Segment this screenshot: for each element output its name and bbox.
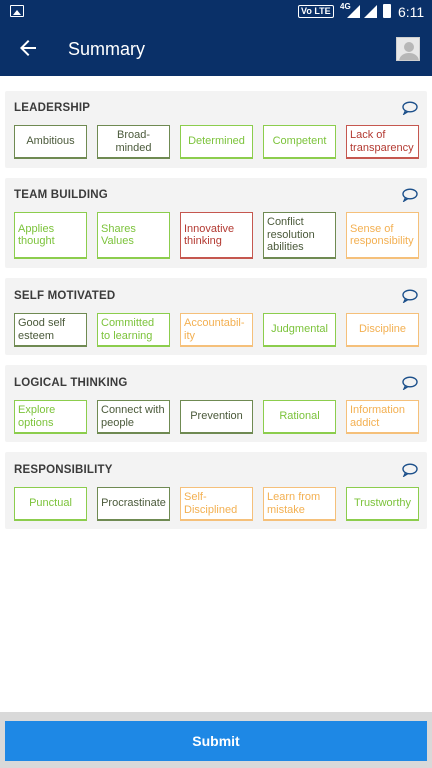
section-title: SELF MOTIVATED xyxy=(14,290,116,302)
chip-label: Broad-minded xyxy=(115,129,152,154)
chip-row: Good self esteem Committed to learning A… xyxy=(14,313,419,347)
chip[interactable]: Applies thought xyxy=(14,212,87,259)
image-notification-icon xyxy=(10,5,24,17)
chip-label: Information addict xyxy=(350,404,406,429)
chip-label: Explore options xyxy=(18,404,56,429)
section-title: LEADERSHIP xyxy=(14,102,91,114)
chip[interactable]: Prevention xyxy=(180,400,253,434)
signal-icon-2 xyxy=(364,5,377,18)
chip-label: Accountabil-ity xyxy=(184,317,245,342)
chip[interactable]: Broad-minded xyxy=(97,125,170,159)
chip-row: Ambitious Broad-minded Determined Compet… xyxy=(14,125,419,159)
chip[interactable]: Accountabil-ity xyxy=(180,313,253,347)
chip-label: Sense of responsibility xyxy=(350,222,414,248)
chip[interactable]: Trustworthy xyxy=(346,487,419,521)
app-bar: Summary xyxy=(0,24,432,76)
section-team-building: TEAM BUILDING Applies thought Shares Val… xyxy=(5,178,427,268)
chip[interactable]: Learn from mistake xyxy=(263,487,336,521)
comment-icon[interactable] xyxy=(402,463,418,478)
footer: Submit xyxy=(0,712,432,768)
chip-label: Lack of transparency xyxy=(350,129,414,154)
chip-label: Ambitious xyxy=(26,135,75,148)
chip-label: Judgmental xyxy=(271,323,328,336)
chip-label: Trustworthy xyxy=(353,497,412,510)
chip-label: Discipline xyxy=(358,323,407,336)
chip[interactable]: Information addict xyxy=(346,400,419,434)
chip-row: Punctual Procrastinate Self-Disciplined … xyxy=(14,487,419,521)
section-title: RESPONSIBILITY xyxy=(14,464,113,476)
comment-icon[interactable] xyxy=(402,101,418,116)
submit-button[interactable]: Submit xyxy=(5,721,427,761)
chip[interactable]: Determined xyxy=(180,125,253,159)
status-bar: Vo LTE 4G 6:11 xyxy=(0,0,432,24)
chip[interactable]: Connect with people xyxy=(97,400,170,434)
chip-label: Shares Values xyxy=(101,222,136,248)
chip[interactable]: Explore options xyxy=(14,400,87,434)
chip[interactable]: Committed to learning xyxy=(97,313,170,347)
section-logical-thinking: LOGICAL THINKING Explore options Connect… xyxy=(5,365,427,442)
chip[interactable]: Good self esteem xyxy=(14,313,87,347)
back-arrow-icon[interactable] xyxy=(16,36,40,60)
battery-icon xyxy=(383,4,391,18)
chip-label: Conflict resolution abilities xyxy=(267,216,315,254)
chip-label: Procrastinate xyxy=(101,497,166,510)
chip[interactable]: Lack of transparency xyxy=(346,125,419,159)
page-title: Summary xyxy=(68,39,146,59)
chip[interactable]: Conflict resolution abilities xyxy=(263,212,336,259)
chip-label: Committed to learning xyxy=(101,317,155,342)
chip-label: Innovative thinking xyxy=(184,222,235,248)
chip[interactable]: Judgmental xyxy=(263,313,336,347)
chip[interactable]: Rational xyxy=(263,400,336,434)
section-self-motivated: SELF MOTIVATED Good self esteem Committe… xyxy=(5,278,427,355)
chip[interactable]: Punctual xyxy=(14,487,87,521)
chip[interactable]: Innovative thinking xyxy=(180,212,253,259)
chip[interactable]: Procrastinate xyxy=(97,487,170,521)
chip[interactable]: Ambitious xyxy=(14,125,87,159)
summary-content: LEADERSHIP Ambitious Broad-minded Determ… xyxy=(0,76,432,712)
chip-label: Connect with people xyxy=(101,404,165,429)
section-leadership: LEADERSHIP Ambitious Broad-minded Determ… xyxy=(5,91,427,168)
chip[interactable]: Self-Disciplined xyxy=(180,487,253,521)
chip-label: Applies thought xyxy=(18,222,55,248)
chip[interactable]: Competent xyxy=(263,125,336,159)
comment-icon[interactable] xyxy=(402,289,418,304)
chip-label: Rational xyxy=(279,410,320,423)
chip-label: Determined xyxy=(188,135,245,148)
section-title: LOGICAL THINKING xyxy=(14,377,128,389)
chip-row: Explore options Connect with people Prev… xyxy=(14,400,419,434)
chip-label: Good self esteem xyxy=(18,317,66,342)
avatar[interactable] xyxy=(396,37,420,61)
chip-label: Prevention xyxy=(190,410,243,423)
chip[interactable]: Shares Values xyxy=(97,212,170,259)
comment-icon[interactable] xyxy=(402,376,418,391)
clock: 6:11 xyxy=(398,4,425,20)
chip[interactable]: Sense of responsibility xyxy=(346,212,419,259)
chip[interactable]: Discipline xyxy=(346,313,419,347)
chip-label: Self-Disciplined xyxy=(184,491,238,516)
signal-icon xyxy=(347,5,360,18)
chip-label: Competent xyxy=(272,135,327,148)
comment-icon[interactable] xyxy=(402,188,418,203)
chip-row: Applies thought Shares Values Innovative… xyxy=(14,212,419,259)
chip-label: Punctual xyxy=(29,497,72,510)
chip-label: Learn from mistake xyxy=(267,491,321,516)
section-title: TEAM BUILDING xyxy=(14,189,108,201)
volte-badge: Vo LTE xyxy=(298,5,334,18)
section-responsibility: RESPONSIBILITY Punctual Procrastinate Se… xyxy=(5,452,427,529)
